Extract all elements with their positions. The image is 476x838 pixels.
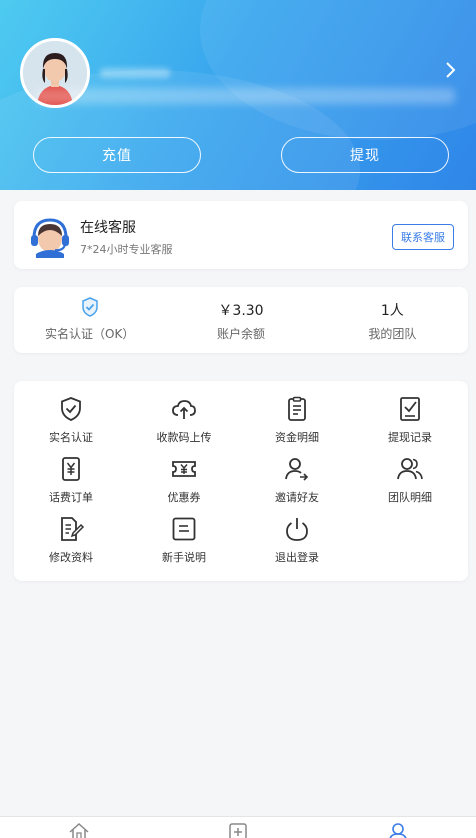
tab-home-icon[interactable] <box>68 821 90 838</box>
chevron-right-icon[interactable] <box>444 60 458 80</box>
function-menu-card: 实名认证 收款码上传 资金明细 提现记录 话费订单 优惠券 邀请好友 团队明细 … <box>14 381 468 581</box>
edit-document-icon <box>61 517 85 541</box>
team-count-value: 1人 <box>380 303 404 319</box>
stat-verification[interactable]: 实名认证（OK） <box>14 287 165 353</box>
checklist-icon <box>400 397 420 421</box>
menu-item-withdraw-records[interactable]: 提现记录 <box>353 395 467 445</box>
withdraw-button[interactable]: 提现 <box>281 137 449 173</box>
menu-label: 提现记录 <box>388 431 432 444</box>
customer-service-icon <box>31 218 69 258</box>
stat-label: 账户余额 <box>216 327 265 341</box>
account-stats-card: 实名认证（OK） ￥3.30 账户余额 1人 我的团队 <box>14 287 468 353</box>
team-icon <box>397 458 423 480</box>
power-icon <box>286 518 308 541</box>
menu-label: 修改资料 <box>49 551 93 564</box>
guide-icon <box>172 517 196 541</box>
coupon-icon <box>172 461 196 477</box>
menu-item-coupons[interactable]: 优惠券 <box>127 455 241 505</box>
recharge-button[interactable]: 充值 <box>33 137 201 173</box>
username-redacted <box>100 68 170 78</box>
menu-item-verification[interactable]: 实名认证 <box>14 395 128 445</box>
profile-header: 充值 提现 <box>0 0 476 190</box>
stat-balance[interactable]: ￥3.30 账户余额 <box>165 287 316 353</box>
menu-label: 实名认证 <box>49 431 93 444</box>
menu-label: 团队明细 <box>388 491 432 504</box>
shield-check-icon <box>61 397 81 421</box>
bottom-tab-bar <box>0 816 476 838</box>
online-service-card: 在线客服 7*24小时专业客服 联系客服 <box>14 201 468 269</box>
balance-value: ￥3.30 <box>218 303 264 319</box>
menu-label: 退出登录 <box>275 551 319 564</box>
service-title: 在线客服 <box>80 220 136 236</box>
menu-label: 新手说明 <box>162 551 206 564</box>
menu-item-fund-details[interactable]: 资金明细 <box>240 395 354 445</box>
menu-label: 邀请好友 <box>275 491 319 504</box>
menu-label: 话费订单 <box>49 491 93 504</box>
stat-team[interactable]: 1人 我的团队 <box>317 287 468 353</box>
menu-label: 资金明细 <box>275 431 319 444</box>
menu-item-team-details[interactable]: 团队明细 <box>353 455 467 505</box>
yuan-receipt-icon <box>62 457 80 481</box>
menu-label: 优惠券 <box>167 491 201 504</box>
cloud-upload-icon <box>172 400 196 419</box>
tab-add-icon[interactable] <box>227 821 249 838</box>
menu-item-upload-qrcode[interactable]: 收款码上传 <box>127 395 241 445</box>
menu-item-beginner-guide[interactable]: 新手说明 <box>127 515 241 565</box>
clipboard-list-icon <box>288 396 306 421</box>
account-info-redacted <box>35 88 455 104</box>
stat-label: 实名认证（OK） <box>45 327 135 341</box>
invite-user-icon <box>285 458 309 481</box>
menu-label: 收款码上传 <box>156 431 212 444</box>
menu-item-edit-profile[interactable]: 修改资料 <box>14 515 128 565</box>
stat-label: 我的团队 <box>368 327 417 341</box>
menu-item-phone-bill-orders[interactable]: 话费订单 <box>14 455 128 505</box>
menu-item-logout[interactable]: 退出登录 <box>240 515 354 565</box>
tab-profile-icon[interactable] <box>387 821 409 838</box>
contact-service-button[interactable]: 联系客服 <box>392 224 454 250</box>
menu-item-invite-friends[interactable]: 邀请好友 <box>240 455 354 505</box>
service-subtitle: 7*24小时专业客服 <box>80 243 173 256</box>
verified-shield-icon <box>81 297 98 317</box>
